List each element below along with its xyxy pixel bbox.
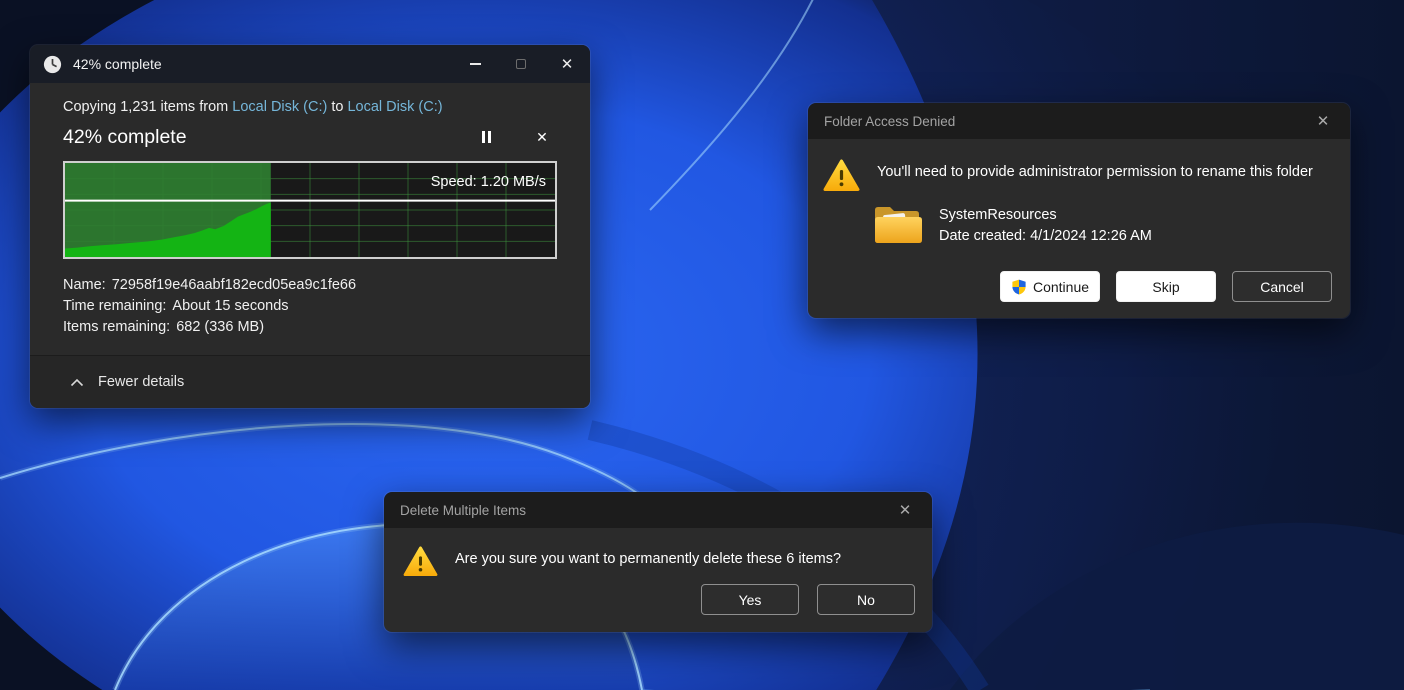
continue-label: Continue xyxy=(1033,279,1089,295)
destination-disk-link[interactable]: Local Disk (C:) xyxy=(347,99,442,115)
clock-icon xyxy=(43,55,62,74)
copy-progress-window: 42% complete ✕ Copying 1,231 items from … xyxy=(30,45,590,408)
copy-window-titlebar: 42% complete ✕ xyxy=(30,45,590,83)
progress-heading: 42% complete xyxy=(63,126,187,149)
window-title: 42% complete xyxy=(73,56,162,72)
no-label: No xyxy=(857,592,875,608)
delete-dialog-titlebar: Delete Multiple Items ✕ xyxy=(384,492,932,528)
detail-items-remaining: Items remaining: 682 (336 MB) xyxy=(63,317,557,338)
fewer-details-toggle[interactable]: Fewer details xyxy=(30,355,590,408)
speed-graph: Speed: 1.20 MB/s xyxy=(63,161,557,259)
detail-name-label: Name: xyxy=(63,277,106,293)
close-button[interactable]: ✕ xyxy=(1312,114,1334,129)
folder-name: SystemResources xyxy=(939,205,1152,226)
yes-label: Yes xyxy=(739,592,762,608)
cancel-button[interactable]: Cancel xyxy=(1232,271,1332,302)
permission-message: You'll need to provide administrator per… xyxy=(877,159,1313,192)
maximize-button[interactable] xyxy=(498,45,544,83)
minimize-icon xyxy=(470,63,481,65)
chevron-up-icon xyxy=(70,378,84,387)
no-button[interactable]: No xyxy=(817,584,915,615)
cancel-label: Cancel xyxy=(1260,279,1304,295)
close-icon: ✕ xyxy=(561,57,574,72)
copy-description-prefix: Copying 1,231 items from xyxy=(63,99,232,115)
delete-multiple-items-dialog: Delete Multiple Items ✕ Are you sure you… xyxy=(384,492,932,632)
warning-icon xyxy=(823,159,860,192)
warning-icon xyxy=(403,546,438,577)
detail-name-value: 72958f19e46aabf182ecd05ea9c1fe66 xyxy=(112,277,356,293)
detail-time-value: About 15 seconds xyxy=(172,298,288,314)
copy-description: Copying 1,231 items from Local Disk (C:)… xyxy=(63,99,557,115)
folder-date-created: Date created: 4/1/2024 12:26 AM xyxy=(939,226,1152,247)
cancel-copy-button[interactable]: ✕ xyxy=(529,125,555,149)
uac-shield-icon xyxy=(1011,279,1027,295)
minimize-button[interactable] xyxy=(452,45,498,83)
folder-dialog-title: Folder Access Denied xyxy=(824,114,955,129)
speed-label: Speed: 1.20 MB/s xyxy=(431,174,546,190)
transfer-details: Name: 72958f19e46aabf182ecd05ea9c1fe66 Ti… xyxy=(63,275,557,338)
close-button[interactable]: ✕ xyxy=(894,503,916,518)
continue-button[interactable]: Continue xyxy=(1000,271,1100,302)
skip-label: Skip xyxy=(1152,279,1179,295)
source-disk-link[interactable]: Local Disk (C:) xyxy=(232,99,327,115)
maximize-icon xyxy=(516,59,526,69)
detail-time-remaining: Time remaining: About 15 seconds xyxy=(63,296,557,317)
yes-button[interactable]: Yes xyxy=(701,584,799,615)
skip-button[interactable]: Skip xyxy=(1116,271,1216,302)
delete-dialog-title: Delete Multiple Items xyxy=(400,503,526,518)
folder-access-denied-dialog: Folder Access Denied ✕ You'll need to pr… xyxy=(808,103,1350,318)
detail-time-label: Time remaining: xyxy=(63,298,166,314)
folder-icon xyxy=(872,202,922,246)
cancel-icon: ✕ xyxy=(536,130,548,144)
close-button[interactable]: ✕ xyxy=(544,45,590,83)
pause-icon xyxy=(482,131,491,143)
detail-name: Name: 72958f19e46aabf182ecd05ea9c1fe66 xyxy=(63,275,557,296)
pause-button[interactable] xyxy=(473,125,499,149)
fewer-details-label: Fewer details xyxy=(98,374,184,390)
detail-items-value: 682 (336 MB) xyxy=(176,319,264,335)
copy-description-middle: to xyxy=(327,99,347,115)
detail-items-label: Items remaining: xyxy=(63,319,170,335)
delete-confirmation-message: Are you sure you want to permanently del… xyxy=(455,546,841,577)
folder-dialog-titlebar: Folder Access Denied ✕ xyxy=(808,103,1350,139)
